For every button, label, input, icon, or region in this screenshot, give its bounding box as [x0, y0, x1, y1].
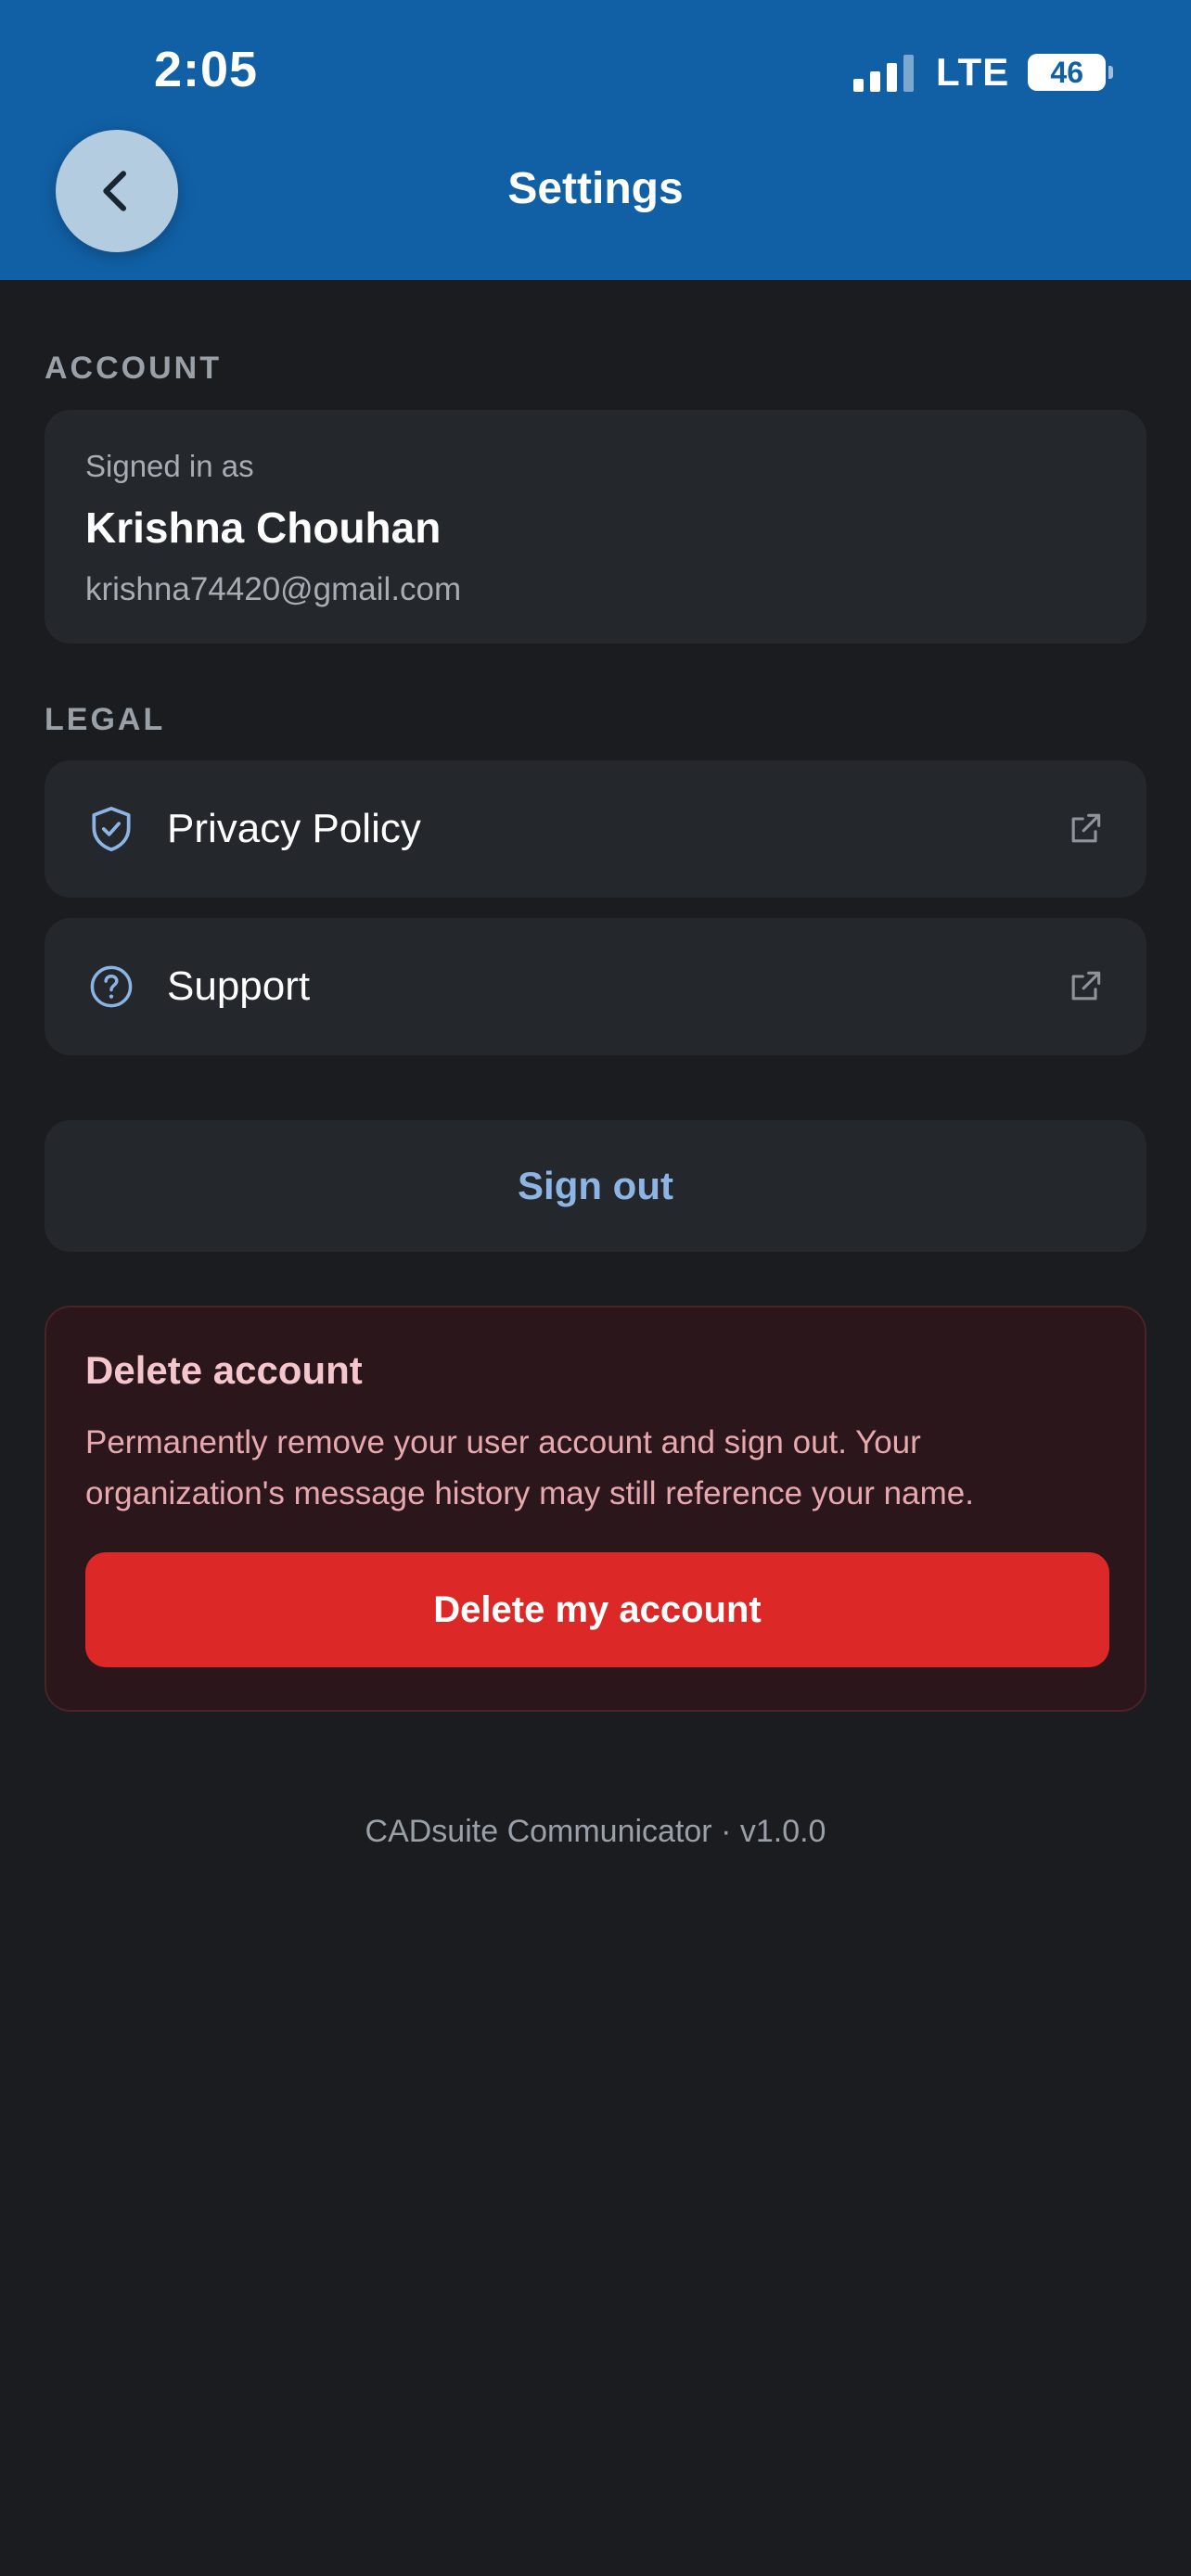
- support-row[interactable]: Support: [45, 918, 1146, 1055]
- shield-check-icon: [85, 803, 137, 855]
- header-bar: 2:05 LTE 46 Settings: [0, 0, 1191, 280]
- status-indicators: LTE 46: [853, 46, 1114, 98]
- settings-screen: 2:05 LTE 46 Settings ACCOUNT Signed in a…: [0, 0, 1191, 2576]
- delete-my-account-label: Delete my account: [433, 1588, 762, 1630]
- external-link-icon: [1065, 966, 1106, 1007]
- privacy-policy-row[interactable]: Privacy Policy: [45, 760, 1146, 898]
- user-email: krishna74420@gmail.com: [85, 571, 462, 607]
- sign-out-label: Sign out: [518, 1164, 673, 1207]
- help-circle-icon: [85, 961, 137, 1013]
- page-title: Settings: [507, 164, 684, 213]
- delete-account-description: Permanently remove your user account and…: [85, 1424, 974, 1511]
- privacy-policy-label: Privacy Policy: [167, 806, 421, 851]
- battery-level: 46: [1050, 55, 1084, 89]
- signal-icon: [853, 53, 914, 92]
- sign-out-button[interactable]: Sign out: [45, 1120, 1146, 1252]
- battery-icon: 46: [1028, 54, 1114, 91]
- delete-account-title: Delete account: [85, 1348, 363, 1392]
- signed-in-label: Signed in as: [85, 449, 254, 483]
- account-card: Signed in as Krishna Chouhan krishna7442…: [45, 410, 1146, 644]
- support-label: Support: [167, 963, 311, 1009]
- user-name: Krishna Chouhan: [85, 504, 442, 552]
- delete-account-card: Delete account Permanently remove your u…: [45, 1306, 1146, 1712]
- external-link-icon: [1065, 809, 1106, 849]
- network-type: LTE: [936, 50, 1010, 94]
- status-time: 2:05: [154, 42, 259, 97]
- delete-my-account-button[interactable]: Delete my account: [85, 1552, 1109, 1667]
- legal-section-label: LEGAL: [45, 702, 166, 737]
- app-version-footer: CADsuite Communicator · v1.0.0: [365, 1814, 826, 1849]
- account-section-label: ACCOUNT: [45, 351, 222, 386]
